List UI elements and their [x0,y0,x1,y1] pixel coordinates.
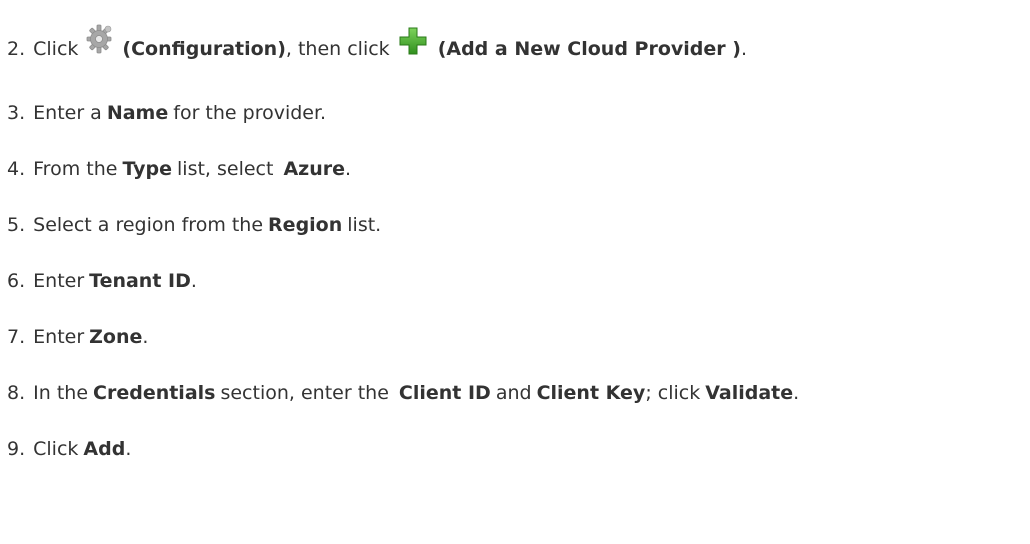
step-bold-text: Tenant ID [89,269,191,292]
step-text: From the [33,157,118,180]
step-number: 7. [7,325,26,348]
step-2: 2. Click (Configuration) , then click (A… [7,24,747,66]
step-6: 6. Enter Tenant ID . [7,264,197,298]
step-number: 2. [7,37,26,60]
step-text: list. [347,213,382,236]
step-bold-text: Azure [283,157,346,180]
step-bold-text: Add [83,437,126,460]
step-text: for the provider. [173,101,327,124]
step-bold-text: (Configuration) [122,37,286,60]
step-number: 3. [7,101,26,124]
step-text: . [345,157,352,180]
gear-icon [84,23,114,55]
step-text: . [190,269,197,292]
step-text: Enter [33,269,85,292]
step-8: 8. In the Credentials section, enter the… [7,376,799,410]
step-text: Enter [33,325,85,348]
step-bold-text: Name [106,101,169,124]
step-text: Click [33,37,79,60]
step-number: 5. [7,213,26,236]
step-bold-text: Zone [89,325,143,348]
step-4: 4. From the Type list, select Azure . [7,152,351,186]
step-7: 7. Enter Zone . [7,320,148,354]
step-number: 4. [7,157,26,180]
plus-icon [398,26,428,56]
step-bold-text: Client ID [398,381,491,404]
step-9: 9. Click Add . [7,432,131,466]
step-number: 6. [7,269,26,292]
step-text: ; click [645,381,701,404]
step-text: , then click [285,37,390,60]
step-number: 8. [7,381,26,404]
step-text: Select a region from the [33,213,264,236]
step-text: and [495,381,532,404]
step-5: 5. Select a region from the Region list. [7,208,381,242]
step-text: Click [33,437,79,460]
step-3: 3. Enter a Name for the provider. [7,96,326,130]
step-text: In the [33,381,89,404]
step-text: . [793,381,800,404]
step-bold-text: Type [122,157,173,180]
step-text: . [142,325,149,348]
step-number: 9. [7,437,26,460]
step-text: Enter a [33,101,102,124]
step-bold-text: Client Key [536,381,646,404]
step-bold-text: Region [268,213,343,236]
step-text: . [740,37,747,60]
step-text: section, enter the [220,381,389,404]
step-text: list, select [177,157,274,180]
step-bold-text: Credentials [93,381,216,404]
step-bold-text: Validate [705,381,794,404]
step-text: . [125,437,132,460]
step-bold-text: (Add a New Cloud Provider ) [437,37,741,60]
